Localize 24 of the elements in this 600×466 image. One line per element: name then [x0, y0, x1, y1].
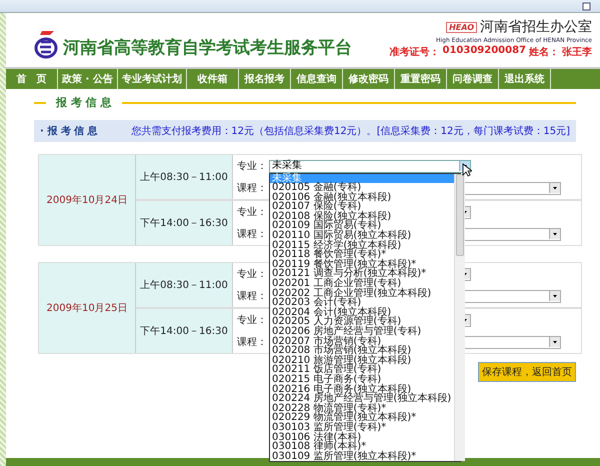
name-label: 姓名：: [529, 46, 559, 59]
course-label: 课程：: [237, 228, 268, 241]
exam-time: 上午08:30－11:00: [136, 155, 233, 199]
ticket-label: 准考证号：: [390, 46, 440, 59]
section-title: 报 考 信 息: [56, 95, 112, 110]
exam-date: 2009年10月25日: [39, 263, 136, 353]
exam-date: 2009年10月24日: [39, 155, 136, 245]
info-title: · 报 考 信 息: [40, 124, 98, 138]
site-title: 河南省高等教育自学考试考生服务平台: [63, 37, 352, 59]
ticket-number: 010309200087: [442, 45, 526, 58]
major-label: 专业：: [237, 206, 268, 219]
student-name: 张王李: [562, 46, 592, 59]
office-name: 河南省招生办公室: [480, 18, 592, 36]
exam-time: 下午14:00－16:30: [136, 201, 233, 245]
office-logo: HEAO: [446, 22, 477, 32]
course-label: 课程：: [237, 336, 268, 349]
course-label: 课程：: [237, 182, 268, 195]
exam-time: 下午14:00－16:30: [136, 309, 233, 353]
major-label: 专业：: [237, 268, 268, 281]
major-label: 专业：: [237, 314, 268, 327]
fee-note: 您共需支付报考费用：12元（包括信息采集费12元）。[信息采集费：12元，每门课考试费：15元]: [131, 124, 570, 138]
course-label: 课程：: [237, 290, 268, 303]
exam-time: 上午08:30－11:00: [136, 263, 233, 307]
major-label: 专业：: [237, 160, 268, 173]
